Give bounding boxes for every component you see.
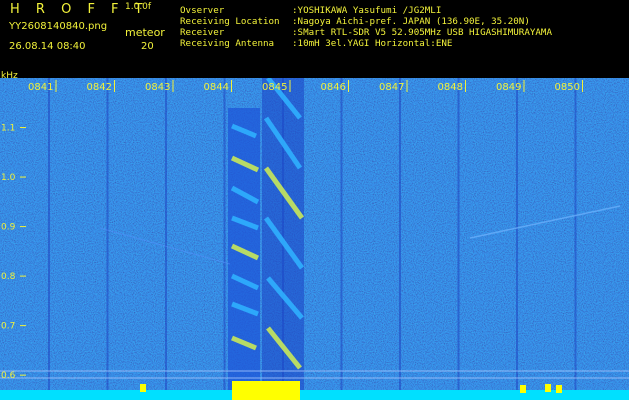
burst-marker <box>545 384 551 392</box>
meteor-count: 20 <box>141 41 154 52</box>
info-key: Receiving Antenna <box>180 38 275 49</box>
info-value: :SMart RTL-SDR V5 52.905MHz USB HIGASHIM… <box>292 27 552 38</box>
x-tick-label: 0846 <box>321 82 346 93</box>
y-tick-label: 1.1 <box>1 124 15 134</box>
minute-band <box>48 78 50 390</box>
info-row-receiver: Receiver :SMart RTL-SDR V5 52.905MHz USB … <box>180 27 552 38</box>
meteor-label: meteor <box>125 26 165 39</box>
y-tick-label: 0.9 <box>1 223 16 233</box>
info-key: Receiver <box>180 27 225 38</box>
minute-band <box>457 78 460 390</box>
x-tick-label: 0844 <box>204 82 229 93</box>
minute-band <box>165 78 167 390</box>
x-tick-label: 0849 <box>496 82 521 93</box>
info-key: Ovserver <box>180 5 225 16</box>
info-value: :Nagoya Aichi-pref. JAPAN (136.90E, 35.2… <box>292 16 530 27</box>
y-tick-label: 0.6 <box>1 371 16 381</box>
info-row-observer: Ovserver :YOSHIKAWA Yasufumi /JG2MLI <box>180 5 552 16</box>
y-tick-label: 0.8 <box>1 272 16 282</box>
minute-band <box>399 78 401 390</box>
y-tick-label: 1.0 <box>1 173 16 183</box>
y-tick-label: 0.7 <box>1 322 15 332</box>
spectrogram-chart: 1.1 1.0 0.9 0.8 0.7 0.6 0841 0842 0843 0844 0845 08… <box>0 78 629 400</box>
x-tick-label: 0847 <box>379 82 404 93</box>
info-value: :YOSHIKAWA Yasufumi /JG2MLI <box>292 5 442 16</box>
minute-band <box>223 78 226 390</box>
header-panel: H R O F F T 1.0.0f YY2608140840.png mete… <box>0 0 629 78</box>
baseline-bar <box>0 390 629 400</box>
info-row-antenna: Receiving Antenna :10mH 3el.YAGI Horizont… <box>180 38 552 49</box>
x-tick-label: 0842 <box>87 82 112 93</box>
minute-band <box>340 78 343 390</box>
info-key: Receiving Location <box>180 16 280 27</box>
app-version: 1.0.0f <box>125 2 152 12</box>
station-info: Ovserver :YOSHIKAWA Yasufumi /JG2MLI Rece… <box>180 5 552 49</box>
info-row-location: Receiving Location :Nagoya Aichi-pref. JA… <box>180 16 552 27</box>
x-tick-label: 0850 <box>555 82 580 93</box>
spectrogram-noise <box>0 78 629 400</box>
burst-marker <box>140 384 146 392</box>
x-tick-label: 0848 <box>438 82 463 93</box>
x-tick-label: 0843 <box>145 82 170 93</box>
burst-marker <box>520 385 526 393</box>
file-name: YY2608140840.png <box>9 21 108 32</box>
minute-band <box>516 78 518 390</box>
minute-band <box>574 78 577 390</box>
x-tick-label: 0845 <box>262 82 287 93</box>
burst-marker <box>556 385 562 393</box>
minute-band <box>106 78 109 390</box>
burst-marker <box>232 381 300 400</box>
info-value: :10mH 3el.YAGI Horizontal:ENE <box>292 38 453 49</box>
date-time: 26.08.14 08:40 <box>9 41 86 52</box>
x-tick-label: 0841 <box>28 82 53 93</box>
